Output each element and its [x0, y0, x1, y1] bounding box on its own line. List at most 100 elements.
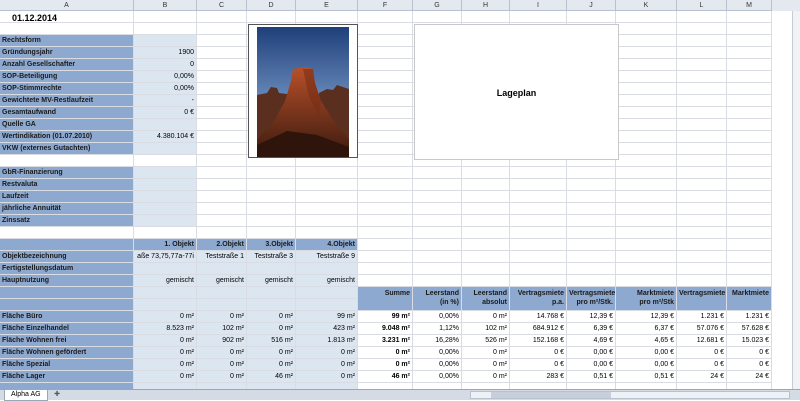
area-metric[interactable]: 0,00%	[413, 371, 462, 383]
empty-cell[interactable]	[510, 167, 567, 179]
empty-cell[interactable]	[358, 299, 413, 311]
fund-label[interactable]: SOP-Stimmrechte	[0, 83, 134, 95]
column-header[interactable]: K	[616, 0, 677, 11]
fund-label[interactable]: Gründungsjahr	[0, 47, 134, 59]
empty-cell[interactable]	[677, 83, 727, 95]
empty-cell[interactable]	[358, 11, 413, 23]
empty-cell[interactable]	[677, 191, 727, 203]
empty-cell[interactable]	[677, 71, 727, 83]
empty-cell[interactable]	[567, 215, 616, 227]
area-object-value[interactable]: 0 m²	[197, 371, 247, 383]
empty-cell[interactable]	[358, 203, 413, 215]
empty-cell[interactable]	[727, 107, 772, 119]
fund-value[interactable]	[134, 35, 197, 47]
financing-label[interactable]: GbR-Finanzierung	[0, 167, 134, 179]
empty-cell[interactable]	[616, 191, 677, 203]
empty-cell[interactable]	[567, 11, 616, 23]
empty-cell[interactable]	[677, 59, 727, 71]
empty-cell[interactable]	[413, 299, 462, 311]
area-label[interactable]: Fläche Spezial	[0, 359, 134, 371]
empty-cell[interactable]	[616, 251, 677, 263]
column-header[interactable]: L	[677, 0, 727, 11]
empty-cell[interactable]	[462, 191, 510, 203]
sheet-tab-alpha-ag[interactable]: Alpha AG	[4, 390, 48, 401]
area-object-value[interactable]: 8.523 m²	[134, 323, 197, 335]
empty-cell[interactable]	[677, 35, 727, 47]
column-header[interactable]: C	[197, 0, 247, 11]
empty-cell[interactable]	[727, 203, 772, 215]
area-metric[interactable]: 57.076 €	[677, 323, 727, 335]
empty-cell[interactable]	[567, 263, 616, 275]
empty-cell[interactable]	[247, 215, 296, 227]
empty-cell[interactable]	[358, 167, 413, 179]
empty-cell[interactable]	[358, 119, 413, 131]
empty-cell[interactable]	[677, 23, 727, 35]
empty-cell[interactable]	[616, 203, 677, 215]
empty-cell[interactable]	[677, 239, 727, 251]
empty-cell[interactable]	[567, 239, 616, 251]
area-metric[interactable]: 15.023 €	[727, 335, 772, 347]
empty-cell[interactable]	[616, 95, 677, 107]
area-metric[interactable]: 0,00 €	[567, 347, 616, 359]
financing-value[interactable]	[134, 167, 197, 179]
empty-cell[interactable]	[677, 167, 727, 179]
empty-cell[interactable]	[462, 215, 510, 227]
empty-cell[interactable]	[677, 131, 727, 143]
empty-cell[interactable]	[296, 179, 358, 191]
area-sum[interactable]: 0 m²	[358, 347, 413, 359]
empty-cell[interactable]	[727, 59, 772, 71]
area-object-value[interactable]: 0 m²	[134, 347, 197, 359]
property-photo[interactable]	[248, 24, 358, 158]
main-usage[interactable]: gemischt	[134, 275, 197, 287]
empty-cell[interactable]	[247, 191, 296, 203]
empty-cell[interactable]	[677, 11, 727, 23]
empty-cell[interactable]	[677, 251, 727, 263]
empty-cell[interactable]	[727, 71, 772, 83]
empty-cell[interactable]	[727, 83, 772, 95]
fund-value[interactable]: 0 €	[134, 107, 197, 119]
column-header[interactable]: D	[247, 0, 296, 11]
empty-cell[interactable]	[462, 179, 510, 191]
empty-cell[interactable]	[462, 11, 510, 23]
empty-cell[interactable]	[510, 275, 567, 287]
empty-cell[interactable]	[462, 227, 510, 239]
area-metric[interactable]: 0 m²	[462, 347, 510, 359]
area-object-value[interactable]: 902 m²	[197, 335, 247, 347]
fund-value[interactable]: 1900	[134, 47, 197, 59]
empty-cell[interactable]	[197, 35, 247, 47]
empty-cell[interactable]	[727, 275, 772, 287]
area-metric[interactable]: 12,39 €	[567, 311, 616, 323]
area-metric[interactable]: 1.231 €	[727, 311, 772, 323]
empty-cell[interactable]	[358, 131, 413, 143]
column-header[interactable]: F	[358, 0, 413, 11]
area-object-value[interactable]: 0 m²	[247, 359, 296, 371]
fund-value[interactable]: 0,00%	[134, 71, 197, 83]
column-header[interactable]: B	[134, 0, 197, 11]
object-cell[interactable]	[247, 287, 296, 299]
area-object-value[interactable]: 0 m²	[197, 359, 247, 371]
empty-cell[interactable]	[134, 227, 197, 239]
empty-cell[interactable]	[616, 239, 677, 251]
area-object-value[interactable]: 423 m²	[296, 323, 358, 335]
area-object-value[interactable]: 0 m²	[296, 371, 358, 383]
area-metric[interactable]: 0 m²	[462, 371, 510, 383]
fund-label[interactable]: Gewichtete MV-Restlaufzeit	[0, 95, 134, 107]
main-usage-label[interactable]: Hauptnutzung	[0, 275, 134, 287]
empty-cell[interactable]	[197, 107, 247, 119]
empty-cell[interactable]	[616, 59, 677, 71]
empty-cell[interactable]	[413, 275, 462, 287]
fund-value[interactable]	[134, 143, 197, 155]
empty-cell[interactable]	[197, 215, 247, 227]
object-header[interactable]: 2.Objekt	[197, 239, 247, 251]
empty-cell[interactable]	[677, 143, 727, 155]
empty-cell[interactable]	[134, 11, 197, 23]
area-metric[interactable]: 57.628 €	[727, 323, 772, 335]
financing-label[interactable]: Zinssatz	[0, 215, 134, 227]
fund-label[interactable]: SOP-Beteiligung	[0, 71, 134, 83]
fund-label[interactable]: VKW (externes Gutachten)	[0, 143, 134, 155]
fund-label[interactable]: Anzahl Gesellschafter	[0, 59, 134, 71]
column-header[interactable]: H	[462, 0, 510, 11]
area-metric[interactable]: 0,00 €	[616, 359, 677, 371]
empty-cell[interactable]	[677, 179, 727, 191]
empty-cell[interactable]	[296, 11, 358, 23]
